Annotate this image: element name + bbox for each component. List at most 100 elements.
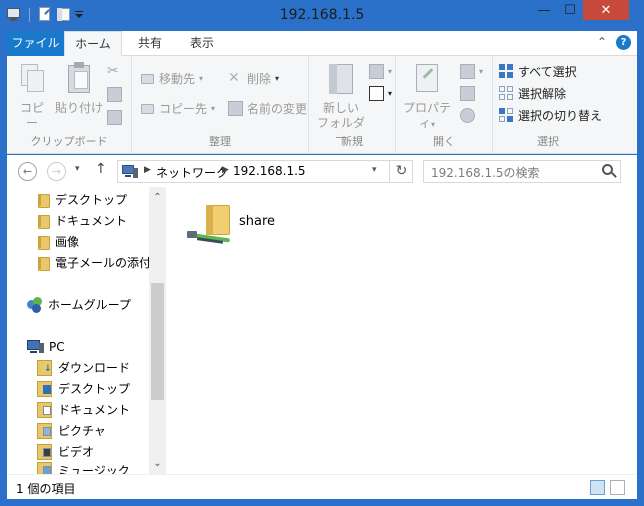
copy-to-button[interactable]: コピー先 ▾	[140, 100, 215, 117]
item-count: 1 個の項目	[16, 482, 76, 496]
group-clipboard: コピー 貼り付け ✂ クリップボード	[7, 56, 132, 154]
scroll-down-chevron-icon[interactable]: ⌄	[149, 455, 166, 472]
music-folder-icon	[37, 462, 53, 474]
nav-item-label: PC	[49, 339, 65, 354]
history-button[interactable]	[460, 108, 475, 123]
tab-view[interactable]: 表示	[177, 31, 227, 56]
folder-icon	[37, 256, 50, 271]
paste-shortcut-button[interactable]	[107, 110, 122, 125]
nav-item-pc-videos[interactable]: ビデオ	[37, 441, 94, 462]
search-icon[interactable]	[602, 164, 613, 175]
new-item-button[interactable]: ▾	[369, 64, 392, 79]
breadcrumb-network[interactable]: ネットワーク	[156, 164, 228, 181]
address-history-chevron-icon[interactable]: ▾	[372, 165, 377, 175]
properties-big-icon	[412, 62, 442, 96]
copy-icon	[17, 62, 47, 96]
nav-item-homegroup[interactable]: ホームグループ	[27, 294, 131, 315]
history-icon	[460, 108, 475, 123]
delete-button[interactable]: ✕ 削除 ▾	[228, 70, 279, 87]
scroll-up-chevron-icon[interactable]: ⌃	[149, 189, 166, 206]
select-all-button[interactable]: すべて選択	[499, 63, 577, 80]
up-arrow-icon[interactable]: ↑	[95, 161, 107, 177]
nav-item-pc-pictures[interactable]: ピクチャ	[37, 420, 106, 441]
nav-pane-scrollbar[interactable]: ⌃ ⌄	[149, 187, 166, 474]
ribbon: コピー 貼り付け ✂ クリップボード 移動先 ▾ コピー先 ▾ ✕ 削除 ▾ 名…	[7, 56, 637, 154]
select-none-label: 選択解除	[518, 87, 567, 101]
large-icons-view-icon[interactable]	[610, 480, 625, 495]
invert-selection-button[interactable]: 選択の切り替え	[499, 107, 602, 124]
scrollbar-thumb[interactable]	[151, 283, 164, 400]
forward-arrow-icon[interactable]: →	[47, 162, 66, 181]
copy-label: コピー	[19, 101, 44, 130]
nav-item-desktop[interactable]: デスクトップ	[37, 189, 127, 210]
nav-item-pictures[interactable]: 画像	[37, 231, 79, 252]
nav-item-pc-music[interactable]: ミュージック	[37, 462, 130, 474]
tab-share[interactable]: 共有	[125, 31, 175, 56]
close-button[interactable]: ✕	[583, 0, 629, 20]
nav-item-documents[interactable]: ドキュメント	[37, 210, 127, 231]
tab-home[interactable]: ホーム	[64, 31, 122, 57]
details-view-icon[interactable]	[590, 480, 605, 495]
breadcrumb-host[interactable]: 192.168.1.5	[233, 164, 306, 178]
nav-item-label: ビデオ	[58, 445, 95, 459]
nav-item-pc-documents[interactable]: ドキュメント	[37, 399, 130, 420]
easy-access-button[interactable]: ▾	[369, 86, 392, 101]
new-group-label: 新規	[341, 135, 363, 148]
scissors-icon: ✂	[107, 63, 119, 79]
nav-item-label: ピクチャ	[58, 424, 106, 438]
breadcrumb-separator-icon[interactable]: ▶	[144, 165, 151, 175]
back-arrow-icon[interactable]: ←	[18, 162, 37, 181]
nav-item-label: デスクトップ	[58, 382, 131, 396]
address-bar[interactable]: ▶ ネットワーク ▶ 192.168.1.5 ▾ ↻	[117, 160, 413, 183]
move-to-icon	[140, 71, 155, 86]
ribbon-tabs: ファイル ホーム 共有 表示 ⌃ ?	[7, 31, 637, 57]
move-to-button[interactable]: 移動先 ▾	[140, 70, 203, 87]
nav-item-label: ミュージック	[58, 464, 130, 474]
new-folder-big-icon	[326, 62, 356, 96]
nav-item-label: ホームグループ	[48, 298, 131, 312]
search-box[interactable]: 192.168.1.5の検索	[423, 160, 621, 183]
navigation-bar: ← → ▾ ↑ ▶ ネットワーク ▶ 192.168.1.5 ▾ ↻ 192.1…	[7, 155, 637, 187]
nav-item-email-attachments[interactable]: 電子メールの添付フ	[37, 252, 149, 273]
edit-button[interactable]	[460, 86, 475, 101]
group-select: すべて選択 選択解除 選択の切り替え 選択	[493, 56, 603, 154]
rename-icon	[228, 101, 243, 116]
invert-selection-icon	[499, 108, 514, 123]
refresh-icon[interactable]: ↻	[389, 161, 413, 182]
navigation-pane: デスクトップ ドキュメント 画像 電子メールの添付フ ホームグループ	[7, 187, 166, 474]
organize-group-label: 整理	[209, 135, 231, 148]
help-icon[interactable]: ?	[616, 35, 631, 50]
expand-ribbon-chevron-icon[interactable]: ⌃	[597, 35, 607, 49]
select-none-icon	[499, 86, 514, 101]
search-input[interactable]: 192.168.1.5の検索	[431, 164, 540, 181]
nav-item-downloads[interactable]: ↓ ダウンロード	[37, 357, 130, 378]
minimize-button[interactable]: —	[531, 0, 557, 20]
list-item[interactable]: share	[185, 195, 285, 249]
copy-path-button[interactable]	[107, 87, 122, 102]
videos-folder-icon	[37, 444, 53, 460]
group-open: プロパティ▾ ▾ 開く	[396, 56, 493, 154]
breadcrumb-separator-icon[interactable]: ▶	[222, 165, 229, 175]
cut-button[interactable]: ✂	[107, 64, 122, 79]
paste-button[interactable]: 貼り付け	[55, 62, 103, 116]
open-button[interactable]: ▾	[460, 64, 483, 79]
nav-item-pc-desktop[interactable]: デスクトップ	[37, 378, 130, 399]
nav-item-label: ドキュメント	[58, 403, 131, 417]
maximize-button[interactable]: ☐	[557, 0, 583, 20]
rename-button[interactable]: 名前の変更	[228, 100, 307, 117]
select-none-button[interactable]: 選択解除	[499, 85, 566, 102]
recent-locations-chevron-icon[interactable]: ▾	[75, 164, 80, 174]
properties-button[interactable]: プロパティ▾	[402, 62, 452, 132]
move-to-label: 移動先	[159, 72, 196, 86]
nav-item-pc[interactable]: PC	[27, 336, 65, 357]
select-group-label: 選択	[537, 135, 559, 148]
tab-file[interactable]: ファイル	[7, 31, 64, 56]
copy-path-icon	[107, 87, 122, 102]
invert-selection-label: 選択の切り替え	[518, 109, 603, 123]
open-icon	[460, 64, 475, 79]
pc-icon	[27, 339, 44, 354]
folder-icon	[37, 235, 50, 250]
group-organize: 移動先 ▾ コピー先 ▾ ✕ 削除 ▾ 名前の変更 整理	[132, 56, 309, 154]
copy-button[interactable]: コピー	[15, 62, 49, 131]
rename-label: 名前の変更	[247, 102, 308, 116]
